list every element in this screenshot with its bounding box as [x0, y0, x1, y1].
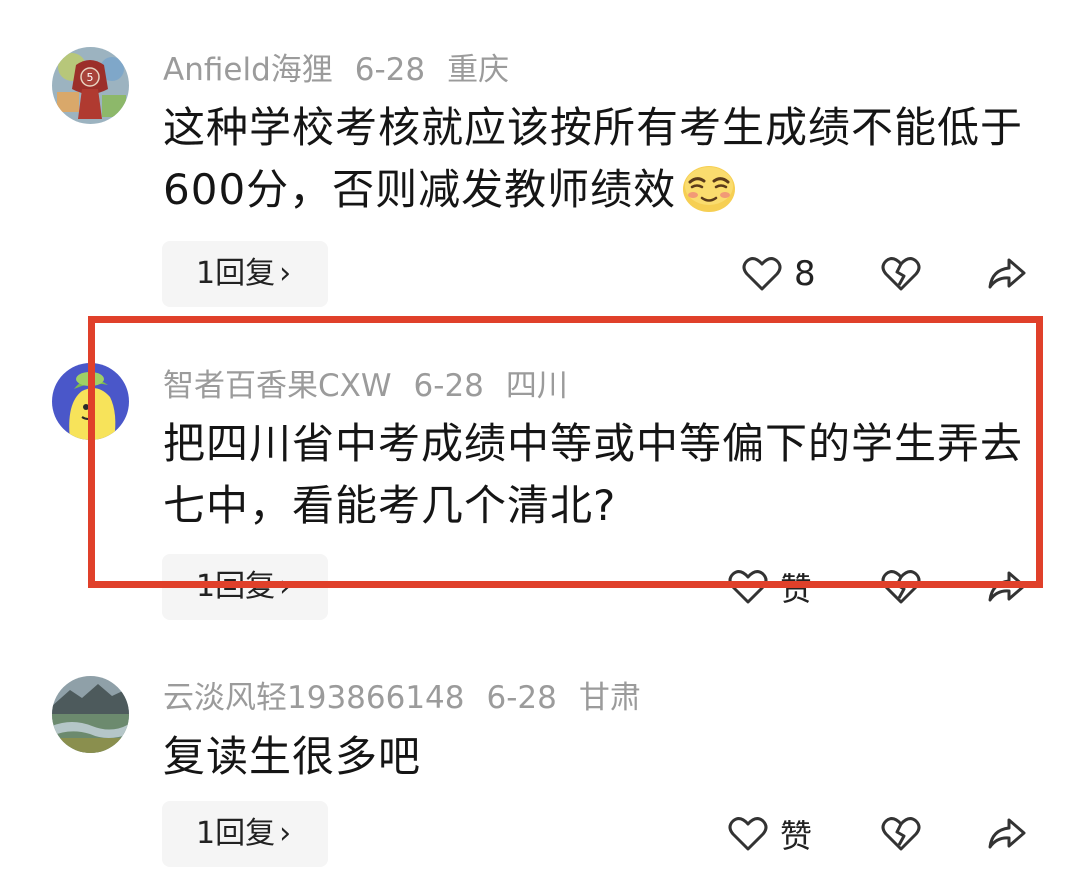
like-button[interactable]: 赞 [728, 554, 812, 620]
reply-label: 1回复 [196, 569, 276, 604]
comment-date: 6-28 [486, 680, 557, 716]
reply-button[interactable]: 1回复 › [162, 554, 328, 620]
heart-outline-icon [728, 817, 768, 851]
comment-date: 6-28 [413, 368, 484, 404]
comment-item: 云淡风轻193866148 6-28 甘肃 复读生很多吧 1回复 › 赞 [0, 656, 1080, 877]
reply-button[interactable]: 1回复 › [162, 801, 328, 867]
comment-location: 四川 [505, 368, 568, 404]
heart-outline-icon [728, 570, 768, 604]
comment-body: 复读生很多吧 [163, 732, 422, 781]
comment-text: 这种学校考核就应该按所有考生成绩不能低于600分，否则减发教师绩效 [163, 97, 1023, 231]
comment-text: 复读生很多吧 [163, 726, 1023, 788]
dislike-button[interactable] [881, 241, 921, 307]
chevron-right-icon: › [279, 816, 292, 851]
username[interactable]: 智者百香果CXW [163, 368, 392, 404]
share-button[interactable] [987, 241, 1027, 307]
comment-date: 6-28 [354, 52, 426, 88]
chevron-right-icon: › [279, 569, 292, 604]
broken-heart-icon [881, 570, 921, 604]
like-label: 赞 [780, 817, 813, 855]
comment-item: 智者百香果CXW 6-28 四川 把四川省中考成绩中等或中等偏下的学生弄去七中，看能… [0, 316, 1080, 656]
share-button[interactable] [987, 554, 1027, 620]
like-button[interactable]: 赞 [728, 801, 812, 867]
comment-meta: 云淡风轻193866148 6-28 甘肃 [163, 678, 663, 718]
avatar[interactable] [52, 363, 129, 440]
dislike-button[interactable] [881, 554, 921, 620]
reply-label: 1回复 [196, 256, 276, 291]
reply-label: 1回复 [196, 816, 276, 851]
comment-item: 5 Anfield海狸 6-28 重庆 这种学校考核就应该按所有考生成绩不能低于60… [0, 0, 1080, 316]
comment-location: 甘肃 [578, 680, 641, 716]
dislike-button[interactable] [881, 801, 921, 867]
broken-heart-icon [881, 817, 921, 851]
like-label: 赞 [780, 570, 813, 608]
share-arrow-icon [988, 571, 1026, 602]
share-arrow-icon [988, 818, 1026, 849]
share-button[interactable] [987, 801, 1027, 867]
username[interactable]: Anfield海狸 [163, 52, 333, 88]
comment-location: 重庆 [447, 52, 510, 88]
comment-text: 把四川省中考成绩中等或中等偏下的学生弄去七中，看能考几个清北? [163, 413, 1023, 537]
heart-outline-icon [742, 257, 782, 291]
broken-heart-icon [881, 257, 921, 291]
share-arrow-icon [988, 258, 1026, 289]
comment-meta: 智者百香果CXW 6-28 四川 [163, 366, 590, 406]
like-count: 8 [794, 254, 816, 294]
username[interactable]: 云淡风轻193866148 [163, 680, 465, 716]
chevron-right-icon: › [279, 256, 292, 291]
like-button[interactable]: 8 [742, 241, 816, 307]
comment-meta: Anfield海狸 6-28 重庆 [163, 50, 531, 90]
comment-body: 这种学校考核就应该按所有考生成绩不能低于600分，否则减发教师绩效 [163, 103, 1024, 214]
avatar[interactable] [52, 676, 129, 753]
reply-button[interactable]: 1回复 › [162, 241, 328, 307]
avatar[interactable]: 5 [52, 47, 129, 124]
smirk-emoji-icon [680, 162, 738, 231]
avatar-badge-text: 5 [87, 71, 94, 84]
comment-body: 把四川省中考成绩中等或中等偏下的学生弄去七中，看能考几个清北? [163, 419, 1024, 530]
